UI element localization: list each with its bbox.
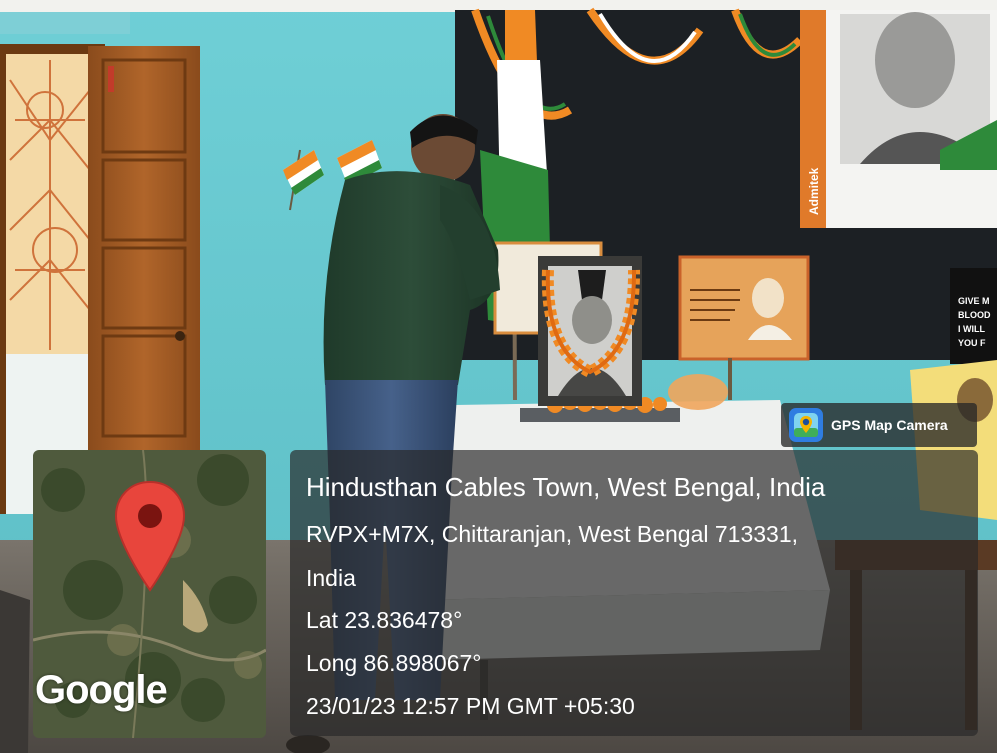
poster-quote: GIVE M	[958, 296, 990, 306]
gps-map-camera-badge: GPS Map Camera	[781, 403, 977, 447]
latitude-text: Lat 23.836478°	[306, 607, 463, 633]
address-line-2: India	[306, 565, 356, 591]
map-pin-icon	[114, 480, 186, 592]
svg-text:BLOOD: BLOOD	[958, 310, 991, 320]
app-badge-label: GPS Map Camera	[831, 417, 948, 433]
location-info-panel: Hindusthan Cables Town, West Bengal, Ind…	[290, 450, 978, 736]
gps-camera-app-icon	[789, 408, 823, 442]
svg-text:I WILL: I WILL	[958, 324, 985, 334]
datetime-text: 23/01/23 12:57 PM GMT +05:30	[306, 693, 635, 719]
google-logo: Google	[35, 668, 168, 712]
location-title: Hindusthan Cables Town, West Bengal, Ind…	[306, 472, 826, 502]
svg-text:YOU F: YOU F	[958, 338, 986, 348]
longitude-text: Long 86.898067°	[306, 650, 482, 676]
frame-brand: Admitek	[807, 167, 821, 215]
map-thumbnail: Google	[33, 450, 266, 738]
address-line-1: RVPX+M7X, Chittaranjan, West Bengal 7133…	[306, 521, 799, 547]
